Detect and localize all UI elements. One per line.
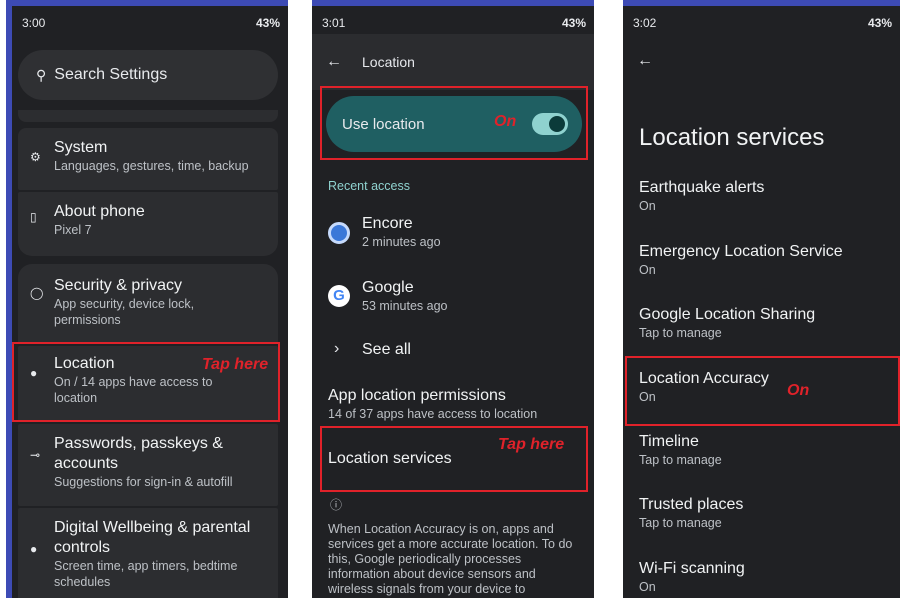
status-time: 3:02: [633, 16, 657, 30]
settings-item-passwords[interactable]: ⊸ Passwords, passkeys & accounts Suggesti…: [18, 434, 278, 490]
security-title: Security & privacy: [54, 277, 183, 294]
recent-app-encore[interactable]: Encore 2 minutes ago: [362, 214, 441, 250]
security-subtitle: App security, device lock, permissions: [54, 297, 195, 327]
chevron-right-icon: ›: [334, 340, 340, 357]
wellbeing-icon: ●: [30, 542, 38, 556]
on-callout: On: [494, 113, 517, 130]
item-timeline[interactable]: Timeline Tap to manage: [639, 432, 896, 468]
item-title: Timeline: [639, 433, 699, 450]
item-subtitle: On: [639, 263, 656, 277]
app-name: Google: [362, 279, 414, 296]
permissions-subtitle: 14 of 37 apps have access to location: [328, 407, 538, 421]
passwords-subtitle: Suggestions for sign-in & autofill: [54, 475, 233, 489]
google-app-icon: G: [328, 285, 350, 307]
item-trusted-places[interactable]: Trusted places Tap to manage: [639, 495, 896, 531]
status-bar: 3:00 43%: [22, 12, 280, 34]
app-time: 2 minutes ago: [362, 235, 441, 249]
item-subtitle: On: [639, 580, 656, 594]
page-title: Location services: [639, 124, 825, 151]
phone-icon: ▯: [30, 210, 37, 224]
settings-item-about-phone[interactable]: ▯ About phone Pixel 7: [18, 202, 278, 238]
location-accuracy-footer: When Location Accuracy is on, apps and s…: [328, 522, 573, 596]
page-title: Location: [362, 54, 415, 70]
item-title: Google Location Sharing: [639, 306, 816, 323]
system-title: System: [54, 139, 108, 156]
location-services-screen: 3:02 43% ← Location services Earthquake …: [623, 0, 900, 598]
item-subtitle: On: [639, 199, 656, 213]
tap-here-callout: Tap here: [498, 436, 565, 453]
back-arrow-icon[interactable]: ←: [326, 53, 342, 71]
item-title: Emergency Location Service: [639, 243, 843, 260]
app-name: Encore: [362, 215, 413, 232]
about-title: About phone: [54, 203, 145, 220]
battery-percent: 43%: [255, 16, 280, 30]
search-settings-bar[interactable]: ⚲ Search Settings: [18, 50, 278, 100]
settings-item-security[interactable]: ◯ Security & privacy App security, device…: [18, 276, 278, 328]
item-subtitle: Tap to manage: [639, 453, 722, 467]
tap-here-callout: Tap here: [202, 356, 269, 373]
location-accuracy-highlight: [625, 356, 900, 426]
item-title: Wi-Fi scanning: [639, 560, 745, 577]
item-subtitle: Tap to manage: [639, 326, 722, 340]
passwords-title: Passwords, passkeys & accounts: [54, 435, 223, 472]
status-bar: 3:02 43%: [633, 12, 892, 34]
settings-item-wellbeing[interactable]: ● Digital Wellbeing & parental controls S…: [18, 518, 278, 590]
on-callout: On: [787, 382, 810, 399]
settings-screen: 3:00 43% ⚲ Search Settings ⚙ System Langu…: [6, 0, 288, 598]
item-emergency-location-service[interactable]: Emergency Location Service On: [639, 242, 896, 278]
search-placeholder: Search Settings: [54, 66, 168, 83]
battery-percent: 43%: [867, 16, 892, 30]
gear-icon: ⚙: [30, 150, 41, 164]
use-location-highlight: [320, 86, 588, 160]
permissions-title: App location permissions: [328, 387, 506, 404]
item-wifi-scanning[interactable]: Wi-Fi scanning On: [639, 559, 896, 595]
item-title: Trusted places: [639, 496, 744, 513]
location-screen: 3:01 43% ← Location Use location On Rece…: [312, 0, 594, 598]
app-bar: ← Location: [312, 34, 594, 90]
status-bar: 3:01 43%: [322, 12, 586, 34]
settings-item-system[interactable]: ⚙ System Languages, gestures, time, backu…: [18, 138, 278, 174]
shield-icon: ◯: [30, 286, 44, 300]
wellbeing-subtitle: Screen time, app timers, bedtime schedul…: [54, 559, 238, 589]
item-title: Earthquake alerts: [639, 179, 765, 196]
app-location-permissions[interactable]: App location permissions 14 of 37 apps h…: [328, 386, 537, 422]
status-time: 3:01: [322, 16, 346, 30]
recent-app-google[interactable]: Google 53 minutes ago: [362, 278, 447, 314]
system-subtitle: Languages, gestures, time, backup: [54, 159, 249, 173]
back-arrow-icon[interactable]: ←: [637, 52, 653, 70]
wellbeing-title: Digital Wellbeing & parental controls: [54, 519, 251, 556]
location-highlight: [12, 342, 280, 422]
item-google-location-sharing[interactable]: Google Location Sharing Tap to manage: [639, 305, 896, 341]
see-all-link[interactable]: See all: [362, 340, 411, 360]
app-time: 53 minutes ago: [362, 299, 448, 313]
key-icon: ⊸: [30, 448, 41, 462]
search-icon: ⚲: [36, 66, 47, 83]
settings-card-partial: [18, 110, 278, 122]
encore-app-icon: [328, 222, 350, 244]
battery-percent: 43%: [561, 16, 586, 30]
item-earthquake-alerts[interactable]: Earthquake alerts On: [639, 178, 896, 214]
item-subtitle: Tap to manage: [639, 516, 722, 530]
about-subtitle: Pixel 7: [54, 223, 92, 237]
recent-access-header: Recent access: [328, 179, 410, 193]
status-time: 3:00: [22, 16, 46, 30]
info-icon: ⓘ: [330, 498, 343, 512]
